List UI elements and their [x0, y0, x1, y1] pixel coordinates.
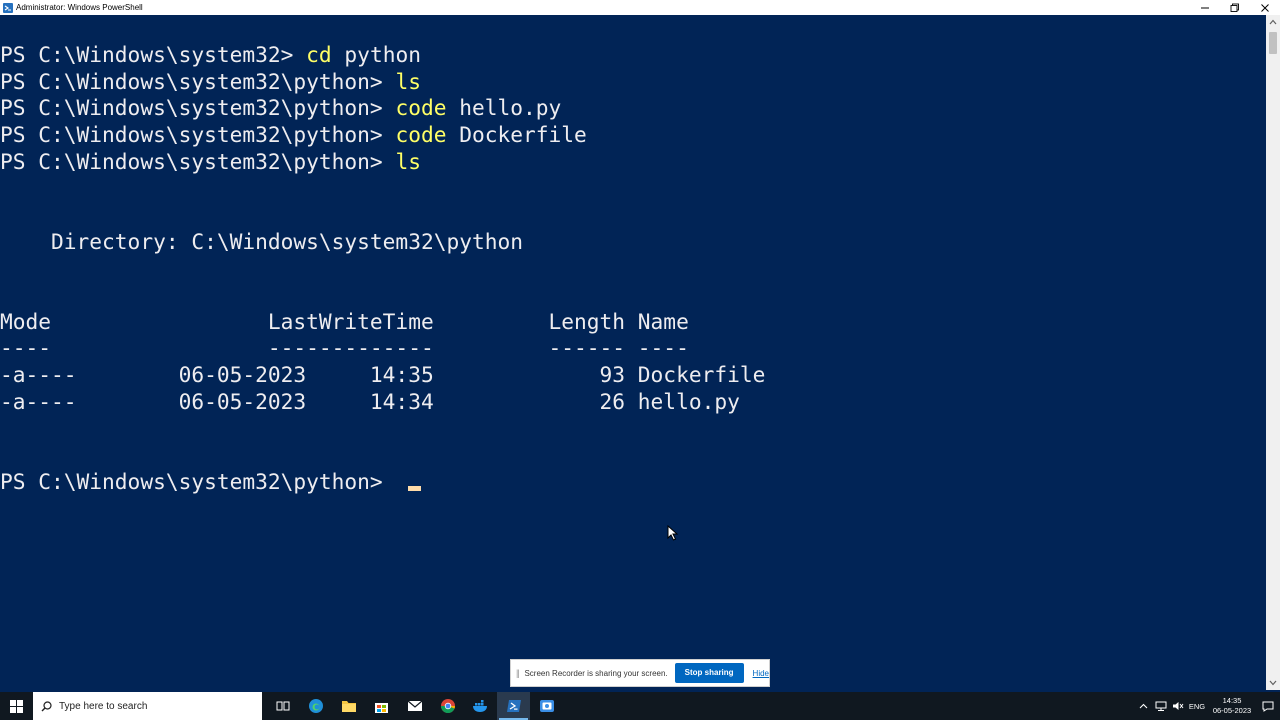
command-args: hello.py	[446, 95, 562, 120]
network-button[interactable]	[1152, 692, 1169, 720]
prompt: PS C:\Windows\system32>	[0, 42, 307, 67]
chrome-icon	[440, 699, 455, 714]
taskbar-clock[interactable]: 14:35 06-05-2023	[1208, 696, 1256, 716]
stop-sharing-button[interactable]: Stop sharing	[674, 663, 744, 683]
taskbar-app-screen-recorder[interactable]	[530, 692, 563, 720]
directory-line: Directory: C:\Windows\system32\python	[0, 229, 523, 254]
maximize-button[interactable]	[1220, 0, 1250, 15]
prompt: PS C:\Windows\system32\python>	[0, 95, 396, 120]
scroll-down-button[interactable]	[1266, 676, 1280, 690]
search-placeholder: Type here to search	[59, 700, 148, 712]
scroll-thumb[interactable]	[1269, 32, 1277, 54]
chevron-up-icon	[1269, 19, 1277, 25]
task-view-button[interactable]	[266, 692, 299, 720]
clock-time: 14:35	[1222, 696, 1242, 705]
console-area[interactable]: PS C:\Windows\system32> cd python PS C:\…	[0, 15, 1266, 690]
close-icon	[1261, 3, 1269, 12]
taskbar-app-edge[interactable]	[299, 692, 332, 720]
console-line: PS C:\Windows\system32> cd python	[0, 42, 421, 68]
windows-start-icon	[10, 699, 23, 713]
close-button[interactable]	[1250, 0, 1280, 15]
table-row: -a---- 06-05-2023 14:35 93 Dockerfile	[0, 362, 766, 387]
scroll-up-button[interactable]	[1266, 15, 1280, 29]
mail-icon	[407, 700, 422, 711]
volume-muted-icon	[1172, 702, 1183, 710]
start-button[interactable]	[0, 692, 33, 720]
vertical-scrollbar[interactable]	[1266, 15, 1280, 690]
minimize-icon	[1201, 7, 1209, 8]
search-icon	[33, 700, 59, 712]
prompt: PS C:\Windows\system32\python>	[0, 469, 396, 494]
mouse-pointer-icon	[667, 525, 679, 541]
chevron-up-icon	[1139, 703, 1148, 709]
command: code	[395, 95, 447, 120]
notification-center-button[interactable]	[1256, 701, 1280, 712]
docker-icon	[472, 700, 487, 712]
console-line: PS C:\Windows\system32\python> code hell…	[0, 95, 561, 121]
notification-icon	[1262, 701, 1274, 712]
command: cd	[306, 42, 332, 67]
command: ls	[395, 69, 421, 94]
taskbar-app-store[interactable]	[365, 692, 398, 720]
table-row: -a---- 06-05-2023 14:34 26 hello.py	[0, 389, 740, 414]
console-line: PS C:\Windows\system32\python> code Dock…	[0, 122, 587, 148]
sharing-message: Screen Recorder is sharing your screen.	[524, 668, 668, 678]
store-icon	[375, 702, 388, 713]
taskbar: Type here to search ENG 14:35 06-05-2023	[0, 692, 1280, 720]
title-bar: Administrator: Windows PowerShell	[0, 0, 1280, 15]
screen-recorder-icon	[539, 700, 554, 712]
prompt: PS C:\Windows\system32\python>	[0, 122, 396, 147]
table-header: Mode LastWriteTime Length Name	[0, 309, 689, 334]
text-cursor	[408, 486, 422, 491]
window-title: Administrator: Windows PowerShell	[16, 3, 143, 12]
console-line: PS C:\Windows\system32\python> ls	[0, 69, 421, 95]
volume-button[interactable]	[1169, 692, 1186, 720]
hide-link[interactable]: Hide	[753, 669, 769, 678]
network-icon	[1155, 701, 1166, 711]
language-indicator[interactable]: ENG	[1186, 702, 1208, 711]
command: ls	[395, 149, 421, 174]
taskbar-app-explorer[interactable]	[332, 692, 365, 720]
powershell-taskbar-icon	[506, 700, 521, 712]
table-separator: ---- ------------- ------ ----	[0, 335, 689, 360]
taskbar-app-powershell[interactable]	[497, 692, 530, 720]
active-prompt-line[interactable]: PS C:\Windows\system32\python>	[0, 469, 422, 495]
clock-date: 06-05-2023	[1212, 706, 1252, 715]
screen-sharing-bar: || Screen Recorder is sharing your scree…	[510, 659, 770, 687]
console-line: PS C:\Windows\system32\python> ls	[0, 149, 421, 175]
powershell-icon	[3, 2, 13, 13]
prompt: PS C:\Windows\system32\python>	[0, 149, 396, 174]
taskbar-app-mail[interactable]	[398, 692, 431, 720]
maximize-icon	[1230, 3, 1239, 12]
edge-icon	[308, 699, 323, 713]
file-explorer-icon	[341, 701, 356, 712]
drag-handle-icon[interactable]: ||	[516, 668, 522, 678]
taskbar-app-chrome[interactable]	[431, 692, 464, 720]
taskbar-app-docker[interactable]	[464, 692, 497, 720]
tray-overflow-button[interactable]	[1135, 692, 1152, 720]
system-tray: ENG 14:35 06-05-2023	[1135, 692, 1280, 720]
taskbar-search[interactable]: Type here to search	[33, 692, 262, 720]
command-args: Dockerfile	[446, 122, 587, 147]
task-view-icon	[276, 701, 289, 711]
command-args: python	[331, 42, 421, 67]
chevron-down-icon	[1269, 680, 1277, 686]
minimize-button[interactable]	[1190, 0, 1220, 15]
prompt: PS C:\Windows\system32\python>	[0, 69, 396, 94]
command: code	[395, 122, 447, 147]
